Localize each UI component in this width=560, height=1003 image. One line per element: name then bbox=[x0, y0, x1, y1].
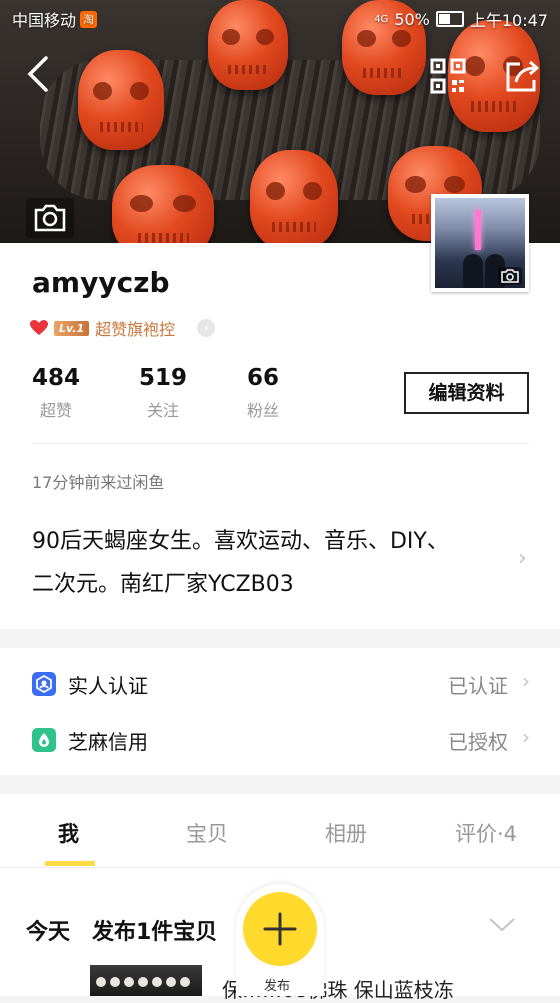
sesame-credit-row[interactable]: 芝麻信用 已授权 › bbox=[0, 712, 560, 768]
id-verify-icon bbox=[32, 672, 56, 696]
publish-label: 发布 bbox=[264, 979, 291, 994]
avatar-figure bbox=[463, 254, 483, 288]
bio-line: 二次元。南红厂家YCZB03 bbox=[32, 572, 294, 597]
taobao-badge-icon: 淘 bbox=[80, 10, 98, 28]
edit-profile-button[interactable]: 编辑资料 bbox=[404, 372, 529, 414]
username: amyyczb bbox=[32, 266, 170, 299]
chevron-right-icon: › bbox=[522, 725, 530, 749]
item-thumbnail[interactable] bbox=[90, 965, 202, 996]
publish-button[interactable] bbox=[243, 892, 317, 966]
cover-skull-bead bbox=[78, 50, 164, 150]
tab-album[interactable]: 相册 bbox=[325, 818, 367, 848]
stat-following[interactable]: 519 关注 bbox=[139, 365, 187, 421]
back-button[interactable] bbox=[20, 52, 60, 96]
stat-label: 关注 bbox=[147, 401, 180, 420]
divider bbox=[32, 443, 529, 444]
camera-icon bbox=[26, 198, 74, 238]
verification-title: 实人认证 bbox=[68, 674, 148, 698]
heart-icon bbox=[30, 320, 48, 335]
qr-code-button[interactable] bbox=[428, 56, 468, 96]
level-row[interactable]: Lv.1 超赞旗袍控 › bbox=[30, 316, 216, 340]
plus-icon bbox=[263, 912, 297, 946]
qr-code-icon bbox=[430, 58, 466, 94]
cover-skull-bead bbox=[112, 165, 214, 243]
verification-status: 已认证 bbox=[448, 674, 508, 698]
avatar-tower bbox=[475, 210, 481, 250]
active-tab-indicator bbox=[45, 861, 95, 866]
feed-summary: 发布1件宝贝 bbox=[92, 920, 218, 945]
share-icon bbox=[506, 60, 539, 92]
stat-label: 粉丝 bbox=[247, 401, 280, 420]
battery-icon bbox=[435, 11, 464, 27]
bio-line: 90后天蝎座女生。喜欢运动、音乐、DIY、 bbox=[32, 529, 449, 554]
chevron-down-icon[interactable] bbox=[488, 917, 516, 933]
chevron-right-icon: › bbox=[197, 319, 216, 337]
stat-value: 66 bbox=[247, 365, 280, 391]
last-seen-text: 17分钟前来过闲鱼 bbox=[32, 473, 165, 492]
avatar[interactable] bbox=[431, 194, 529, 292]
feed-day: 今天 bbox=[26, 920, 71, 945]
clock: 上午10:47 bbox=[469, 11, 548, 30]
network-label: 4G bbox=[374, 13, 389, 25]
cover-skull-bead bbox=[250, 150, 338, 243]
change-cover-button[interactable] bbox=[26, 198, 74, 238]
stat-label: 超赞 bbox=[40, 401, 73, 420]
level-badge: Lv.1 bbox=[54, 320, 90, 336]
tab-items[interactable]: 宝贝 bbox=[186, 818, 228, 848]
battery-percent: 50% bbox=[394, 9, 430, 29]
tab-me[interactable]: 我 bbox=[58, 818, 79, 848]
stat-value: 519 bbox=[139, 365, 188, 391]
bio[interactable]: 90后天蝎座女生。喜欢运动、音乐、DIY、 二次元。南红厂家YCZB03 bbox=[32, 520, 492, 606]
level-title: 超赞旗袍控 bbox=[95, 320, 176, 339]
carrier-label: 中国移动 bbox=[12, 11, 77, 30]
verification-title: 芝麻信用 bbox=[68, 730, 148, 754]
verification-status: 已授权 bbox=[448, 730, 508, 754]
chevron-right-icon: › bbox=[522, 669, 530, 693]
stat-value: 484 bbox=[32, 365, 81, 391]
chevron-right-icon: › bbox=[518, 546, 527, 571]
status-bar: 中国移动 淘 4G 50% 上午10:47 bbox=[0, 0, 560, 38]
avatar-camera-icon bbox=[498, 267, 522, 285]
tab-reviews[interactable]: 评价·4 bbox=[455, 818, 517, 848]
stat-followers[interactable]: 66 粉丝 bbox=[247, 365, 279, 421]
real-name-verification-row[interactable]: 实人认证 已认证 › bbox=[0, 656, 560, 712]
stat-likes[interactable]: 484 超赞 bbox=[32, 365, 80, 421]
share-button[interactable] bbox=[500, 54, 544, 98]
sesame-credit-icon bbox=[32, 728, 56, 752]
chevron-left-icon bbox=[27, 56, 48, 92]
